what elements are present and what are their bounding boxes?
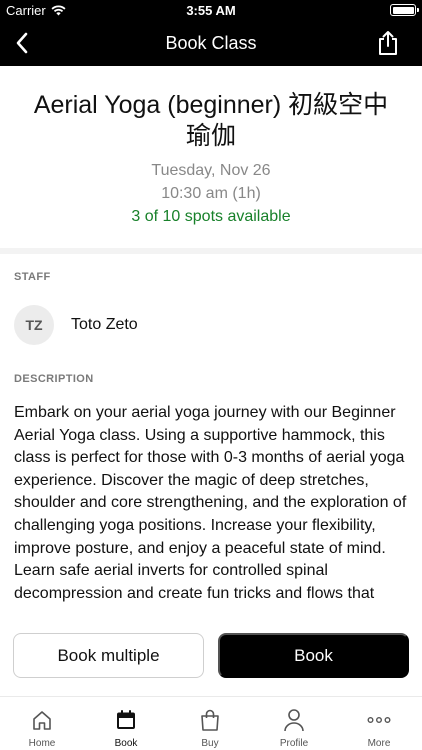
class-title: Aerial Yoga (beginner) 初級空中瑜伽 [33, 91, 389, 150]
staff-row[interactable]: TZ Toto Zeto [14, 305, 138, 345]
tab-book[interactable]: Book [91, 707, 161, 749]
tab-buy[interactable]: Buy [175, 707, 245, 749]
status-time: 3:55 AM [186, 3, 236, 18]
person-icon [284, 709, 304, 732]
tab-home[interactable]: Home [7, 707, 77, 749]
tab-profile[interactable]: Profile [259, 707, 329, 749]
book-button[interactable]: Book [218, 633, 409, 678]
calendar-icon [117, 710, 135, 729]
nav-bar: Book Class [0, 20, 422, 66]
tab-label-home: Home [28, 738, 56, 749]
spots-available: 3 of 10 spots available [131, 208, 291, 225]
book-multiple-button[interactable]: Book multiple [13, 633, 204, 678]
share-icon [379, 31, 397, 55]
status-bar: Carrier 3:55 AM [0, 0, 422, 20]
class-date: Tuesday, Nov 26 [151, 162, 271, 179]
tab-bar: Home Book Buy Profile More [0, 696, 422, 750]
battery-icon [390, 4, 419, 16]
staff-section-label: STAFF [14, 271, 51, 283]
more-dots-icon [367, 717, 391, 723]
shopping-bag-icon [201, 709, 219, 731]
section-divider [0, 248, 422, 254]
page-title: Book Class [165, 33, 257, 53]
class-time: 10:30 am (1h) [161, 185, 261, 202]
share-button[interactable] [374, 29, 402, 57]
tab-label-book: Book [114, 738, 138, 749]
home-icon [33, 711, 51, 730]
tab-more[interactable]: More [344, 707, 414, 749]
tab-label-profile: Profile [279, 738, 309, 749]
avatar: TZ [14, 305, 54, 345]
class-header: Aerial Yoga (beginner) 初級空中瑜伽 Tuesday, N… [0, 66, 422, 248]
class-description: Embark on your aerial yoga journey with … [14, 404, 407, 602]
back-button[interactable] [8, 29, 36, 57]
tab-label-more: More [367, 738, 391, 749]
staff-name: Toto Zeto [71, 316, 138, 333]
action-bar: Book multiple Book [0, 616, 422, 696]
tab-label-buy: Buy [201, 738, 219, 749]
description-section-label: DESCRIPTION [14, 373, 94, 385]
chevron-left-icon [16, 32, 28, 54]
